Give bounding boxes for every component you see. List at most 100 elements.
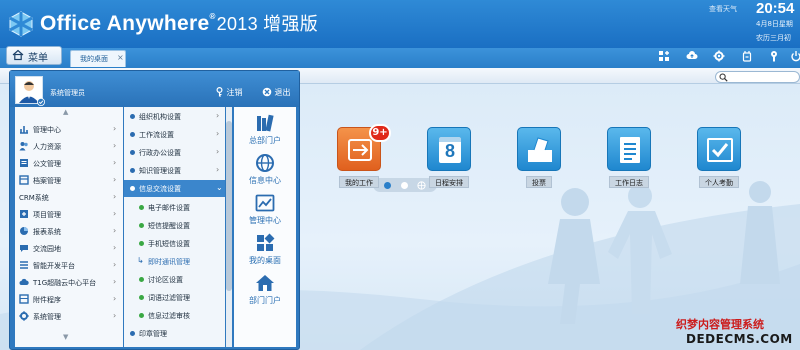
vote-icon[interactable] — [517, 127, 561, 171]
portal-headquarters[interactable]: 总部门户 — [234, 111, 296, 149]
menu2-im-management[interactable]: ↳ 即时通讯管理 — [124, 253, 225, 270]
menu2-org-settings[interactable]: 组织机构设置 › — [124, 108, 225, 125]
settings-icon[interactable] — [713, 50, 725, 62]
menu-item-dev-platform[interactable]: 智能开发平台 › — [15, 257, 123, 274]
tab-close-icon[interactable]: × — [117, 53, 124, 62]
exit-label: 退出 — [274, 88, 291, 97]
menu2-label: 印章管理 — [139, 330, 167, 338]
menu-item-documents[interactable]: 公文管理 › — [15, 155, 123, 172]
bullet-icon — [139, 241, 144, 246]
scroll-down-icon[interactable]: ▼ — [63, 333, 68, 341]
return-arrow-icon: ↳ — [137, 256, 144, 265]
archive-icon — [19, 175, 29, 185]
close-circle-icon — [262, 87, 272, 97]
menu-item-projects[interactable]: 项目管理 › — [15, 206, 123, 223]
menu-button[interactable]: 菜单 — [6, 46, 62, 65]
menu2-forum-settings[interactable]: 讨论区设置 — [124, 271, 225, 288]
menu-item-forum[interactable]: 交流园地 › — [15, 240, 123, 257]
attachment-icon — [19, 294, 29, 304]
chevron-right-icon: › — [216, 147, 220, 156]
work-log-icon[interactable] — [607, 127, 651, 171]
house-icon — [256, 275, 274, 291]
portal-management-center[interactable]: 管理中心 — [234, 191, 296, 229]
exit-button[interactable]: 退出 — [262, 87, 291, 98]
menu2-label: 信息交流设置 — [139, 185, 181, 193]
search-icon — [719, 73, 728, 82]
gauge-icon — [20, 126, 28, 134]
desktop-search-input[interactable] — [715, 71, 800, 83]
portal-info-center[interactable]: 信息中心 — [234, 151, 296, 189]
app-label-work-log[interactable]: 工作日志 — [609, 176, 649, 188]
menu-item-archives[interactable]: 档案管理 › — [15, 172, 123, 189]
menu2-email-settings[interactable]: 电子邮件设置 — [124, 199, 225, 216]
menu-level2-list: 组织机构设置 › 工作流设置 › 行政办公设置 › 知识管理设置 › 信息交流设置 ⌄ 电… — [124, 107, 225, 347]
app-label-calendar[interactable]: 日程安排 — [429, 176, 469, 188]
globe-page-icon[interactable] — [417, 181, 426, 190]
menu-item-label: 管理中心 — [33, 126, 61, 134]
theme-icon[interactable] — [741, 50, 753, 62]
chevron-right-icon: › — [216, 111, 220, 120]
app-label-my-work[interactable]: 我的工作 — [339, 176, 379, 188]
attendance-icon[interactable] — [697, 127, 741, 171]
title-registered-mark: ® — [209, 12, 216, 21]
menu2-admin-settings[interactable]: 行政办公设置 › — [124, 144, 225, 161]
menu2-info-filter-audit[interactable]: 信息过滤审核 — [124, 307, 225, 324]
menu2-info-exchange-settings[interactable]: 信息交流设置 ⌄ — [124, 180, 225, 197]
avatar[interactable] — [15, 76, 45, 106]
portal-department[interactable]: 部门门户 — [234, 271, 296, 309]
project-icon — [20, 210, 28, 218]
tab-label: 我的桌面 — [80, 55, 108, 63]
menu-item-label: 交流园地 — [33, 245, 61, 253]
menu2-knowledge-settings[interactable]: 知识管理设置 › — [124, 162, 225, 179]
power-icon[interactable] — [790, 50, 800, 62]
menu-level3-list: 总部门户 信息中心 管理中心 我的桌面 部门门户 — [234, 107, 296, 347]
menu-item-label: 人力资源 — [33, 143, 61, 151]
bullet-icon — [139, 313, 144, 318]
menu2-label: 手机短信设置 — [148, 240, 190, 248]
watermark-url: DEDECMS.COM — [686, 332, 793, 346]
menu-item-hr[interactable]: 人力资源 › — [15, 138, 123, 155]
menu-item-label: 附件程序 — [33, 296, 61, 304]
menu-item-attachments[interactable]: 附件程序 › — [15, 291, 123, 308]
books-icon — [257, 114, 274, 132]
menu-item-cloud-center[interactable]: T1G超融云中心平台 › — [15, 274, 123, 291]
document-icon — [20, 159, 28, 167]
menu-item-label: 公文管理 — [33, 160, 61, 168]
clock: 20:54 — [756, 0, 795, 17]
bullet-icon — [130, 168, 135, 173]
cloud-upload-icon[interactable] — [686, 50, 698, 62]
portal-label: 我的桌面 — [249, 256, 281, 265]
menu2-mobile-sms-settings[interactable]: 手机短信设置 — [124, 235, 225, 252]
menu2-sms-reminder-settings[interactable]: 短信提醒设置 — [124, 217, 225, 234]
menu2-label: 词语过滤管理 — [148, 294, 190, 302]
cloud-icon — [19, 278, 29, 285]
portal-my-desktop[interactable]: 我的桌面 — [234, 231, 296, 269]
page-dot-active[interactable] — [384, 182, 391, 189]
menu2-seal-management[interactable]: 印章管理 — [124, 325, 225, 342]
menu2-label: 工作流设置 — [139, 131, 174, 139]
dev-platform-icon — [20, 261, 28, 269]
chevron-right-icon: › — [216, 165, 220, 174]
help-icon[interactable] — [768, 50, 780, 62]
page-dot[interactable] — [401, 182, 408, 189]
menu-item-crm[interactable]: CRM系统 › — [15, 189, 123, 206]
app-label-attendance[interactable]: 个人考勤 — [699, 176, 739, 188]
logout-button[interactable]: 注销 — [215, 86, 243, 98]
menu2-scroll-thumb[interactable] — [226, 121, 232, 291]
weather-link[interactable]: 查看天气 — [709, 4, 737, 14]
app-label-vote[interactable]: 投票 — [526, 176, 552, 188]
chevron-down-icon: ⌄ — [216, 183, 223, 192]
menu2-workflow-settings[interactable]: 工作流设置 › — [124, 126, 225, 143]
menu2-word-filter[interactable]: 词语过滤管理 — [124, 289, 225, 306]
calendar-icon[interactable]: 8 — [427, 127, 471, 171]
chevron-right-icon: › — [113, 158, 117, 167]
tab-my-desktop[interactable]: 我的桌面 × — [70, 50, 126, 67]
menu-item-label: 系统管理 — [33, 313, 61, 321]
menu2-label: 讨论区设置 — [148, 276, 183, 284]
menu2-label: 组织机构设置 — [139, 113, 181, 121]
menu-item-system-admin[interactable]: 系统管理 › — [15, 308, 123, 325]
add-widget-icon[interactable] — [658, 50, 670, 62]
menu-item-reports[interactable]: 报表系统 › — [15, 223, 123, 240]
menu-item-management-center[interactable]: 管理中心 › — [15, 121, 123, 138]
scroll-up-icon[interactable]: ▲ — [63, 108, 68, 116]
